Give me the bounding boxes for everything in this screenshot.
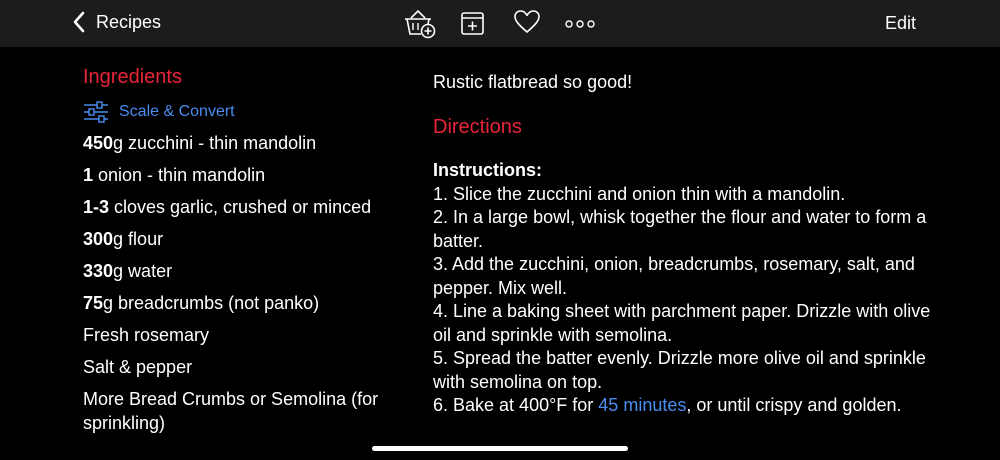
ingredient-item: Salt & pepper [83, 357, 193, 377]
direction-step: 6. Bake at 400°F for 45 minutes, or unti… [433, 395, 902, 415]
more-icon[interactable] [564, 8, 596, 38]
recipe-detail: Rustic flatbread so good! Directions Ins… [433, 70, 933, 418]
ingredient-item: 1-3 cloves garlic, crushed or minced [83, 197, 372, 217]
home-indicator[interactable] [372, 446, 628, 451]
direction-step: 2. In a large bowl, whisk together the f… [433, 207, 927, 251]
ingredients-title: Ingredients [83, 66, 182, 88]
scale-convert-button[interactable]: Scale & Convert [83, 101, 403, 123]
ingredient-item: 330g water [83, 261, 173, 281]
direction-step: 5. Spread the batter evenly. Drizzle mor… [433, 348, 926, 392]
back-label: Recipes [96, 11, 162, 32]
instructions-heading: Instructions: [433, 160, 543, 180]
ingredient-item: 75g breadcrumbs (not panko) [83, 293, 320, 313]
direction-step: 1. Slice the zucchini and onion thin wit… [433, 183, 846, 204]
ingredient-item: 450g zucchini - thin mandolin [83, 133, 317, 153]
basket-add-icon[interactable] [402, 8, 438, 40]
ingredient-item: Fresh rosemary [83, 325, 210, 345]
ingredient-item: 300g flour [83, 229, 164, 249]
directions-body: Instructions: 1. Slice the zucchini and … [433, 159, 933, 418]
recipe-description: Rustic flatbread so good! [433, 72, 633, 92]
ingredients-list: 450g zucchini - thin mandolin 1 onion - … [83, 131, 403, 435]
ingredients-section: Ingredients Scale & Convert 450g zucchin… [83, 66, 403, 443]
scale-convert-label: Scale & Convert [119, 103, 235, 120]
edit-button[interactable]: Edit [885, 13, 916, 34]
sliders-icon [84, 101, 108, 123]
ingredient-item: 1 onion - thin mandolin [83, 165, 266, 185]
direction-step: 3. Add the zucchini, onion, breadcrumbs,… [433, 254, 915, 298]
add-note-icon[interactable] [460, 8, 486, 38]
direction-step: 4. Line a baking sheet with parchment pa… [433, 301, 931, 345]
back-button[interactable]: Recipes [72, 6, 161, 38]
timer-link[interactable]: 45 minutes [598, 395, 686, 415]
chevron-left-icon [73, 11, 85, 33]
heart-icon[interactable] [513, 8, 541, 36]
directions-title: Directions [433, 116, 522, 138]
ingredient-item: More Bread Crumbs or Semolina (for sprin… [83, 389, 379, 433]
top-toolbar: Recipes Edit [0, 0, 1000, 47]
